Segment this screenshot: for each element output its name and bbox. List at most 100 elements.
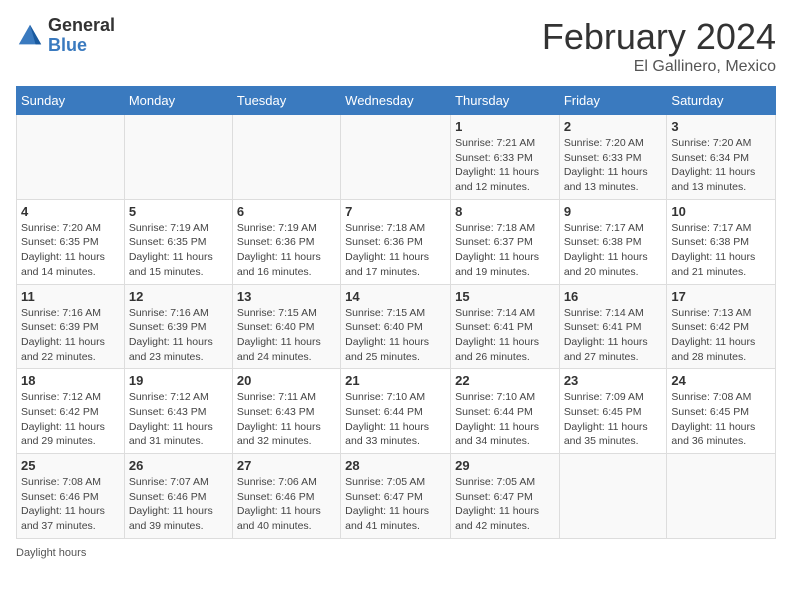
calendar-week-row: 11 Sunrise: 7:16 AMSunset: 6:39 PMDayligh… — [17, 284, 776, 369]
cell-day-number: 22 — [455, 373, 555, 388]
calendar-week-row: 18 Sunrise: 7:12 AMSunset: 6:42 PMDayligh… — [17, 369, 776, 454]
cell-day-number: 14 — [345, 289, 446, 304]
calendar-table: SundayMondayTuesdayWednesdayThursdayFrid… — [16, 86, 776, 539]
calendar-cell: 4 Sunrise: 7:20 AMSunset: 6:35 PMDaylight… — [17, 199, 125, 284]
cell-info: Sunrise: 7:11 AMSunset: 6:43 PMDaylight:… — [237, 390, 336, 449]
cell-day-number: 18 — [21, 373, 120, 388]
calendar-cell: 28 Sunrise: 7:05 AMSunset: 6:47 PMDayligh… — [341, 454, 451, 539]
cell-info: Sunrise: 7:21 AMSunset: 6:33 PMDaylight:… — [455, 136, 555, 195]
cell-day-number: 13 — [237, 289, 336, 304]
cell-day-number: 15 — [455, 289, 555, 304]
header-day: Wednesday — [341, 87, 451, 115]
title-block: February 2024 El Gallinero, Mexico — [542, 16, 776, 76]
calendar-cell: 5 Sunrise: 7:19 AMSunset: 6:35 PMDaylight… — [124, 199, 232, 284]
cell-day-number: 25 — [21, 458, 120, 473]
cell-day-number: 16 — [564, 289, 663, 304]
cell-day-number: 9 — [564, 204, 663, 219]
cell-day-number: 1 — [455, 119, 555, 134]
calendar-cell: 23 Sunrise: 7:09 AMSunset: 6:45 PMDayligh… — [559, 369, 667, 454]
calendar-cell: 3 Sunrise: 7:20 AMSunset: 6:34 PMDaylight… — [667, 115, 776, 200]
cell-day-number: 26 — [129, 458, 228, 473]
calendar-cell: 15 Sunrise: 7:14 AMSunset: 6:41 PMDayligh… — [451, 284, 560, 369]
calendar-cell: 1 Sunrise: 7:21 AMSunset: 6:33 PMDaylight… — [451, 115, 560, 200]
cell-info: Sunrise: 7:20 AMSunset: 6:33 PMDaylight:… — [564, 136, 663, 195]
cell-day-number: 20 — [237, 373, 336, 388]
cell-info: Sunrise: 7:16 AMSunset: 6:39 PMDaylight:… — [129, 306, 228, 365]
calendar-week-row: 25 Sunrise: 7:08 AMSunset: 6:46 PMDayligh… — [17, 454, 776, 539]
calendar-cell: 27 Sunrise: 7:06 AMSunset: 6:46 PMDayligh… — [232, 454, 340, 539]
calendar-cell: 22 Sunrise: 7:10 AMSunset: 6:44 PMDayligh… — [451, 369, 560, 454]
calendar-cell — [667, 454, 776, 539]
calendar-cell: 12 Sunrise: 7:16 AMSunset: 6:39 PMDayligh… — [124, 284, 232, 369]
calendar-header: SundayMondayTuesdayWednesdayThursdayFrid… — [17, 87, 776, 115]
header-day: Thursday — [451, 87, 560, 115]
calendar-subtitle: El Gallinero, Mexico — [542, 58, 776, 76]
cell-info: Sunrise: 7:05 AMSunset: 6:47 PMDaylight:… — [345, 475, 446, 534]
cell-info: Sunrise: 7:08 AMSunset: 6:45 PMDaylight:… — [671, 390, 771, 449]
calendar-cell — [341, 115, 451, 200]
cell-info: Sunrise: 7:20 AMSunset: 6:34 PMDaylight:… — [671, 136, 771, 195]
cell-info: Sunrise: 7:16 AMSunset: 6:39 PMDaylight:… — [21, 306, 120, 365]
cell-info: Sunrise: 7:19 AMSunset: 6:35 PMDaylight:… — [129, 221, 228, 280]
cell-info: Sunrise: 7:19 AMSunset: 6:36 PMDaylight:… — [237, 221, 336, 280]
cell-day-number: 28 — [345, 458, 446, 473]
calendar-cell: 10Sunrise: 7:17 AMSunset: 6:38 PMDayligh… — [667, 199, 776, 284]
cell-info: Sunrise: 7:06 AMSunset: 6:46 PMDaylight:… — [237, 475, 336, 534]
cell-info: Sunrise: 7:20 AMSunset: 6:35 PMDaylight:… — [21, 221, 120, 280]
cell-day-number: 27 — [237, 458, 336, 473]
cell-info: Sunrise: 7:18 AMSunset: 6:37 PMDaylight:… — [455, 221, 555, 280]
calendar-cell: 6 Sunrise: 7:19 AMSunset: 6:36 PMDaylight… — [232, 199, 340, 284]
cell-info: Sunrise: 7:10 AMSunset: 6:44 PMDaylight:… — [455, 390, 555, 449]
calendar-cell: 11 Sunrise: 7:16 AMSunset: 6:39 PMDayligh… — [17, 284, 125, 369]
calendar-cell: 8Sunrise: 7:18 AMSunset: 6:37 PMDaylight… — [451, 199, 560, 284]
calendar-cell: 14Sunrise: 7:15 AMSunset: 6:40 PMDayligh… — [341, 284, 451, 369]
header-day: Tuesday — [232, 87, 340, 115]
cell-info: Sunrise: 7:15 AMSunset: 6:40 PMDaylight:… — [237, 306, 336, 365]
calendar-body: 1 Sunrise: 7:21 AMSunset: 6:33 PMDaylight… — [17, 115, 776, 539]
cell-day-number: 4 — [21, 204, 120, 219]
cell-info: Sunrise: 7:14 AMSunset: 6:41 PMDaylight:… — [564, 306, 663, 365]
calendar-cell: 21Sunrise: 7:10 AMSunset: 6:44 PMDayligh… — [341, 369, 451, 454]
calendar-week-row: 4 Sunrise: 7:20 AMSunset: 6:35 PMDaylight… — [17, 199, 776, 284]
cell-info: Sunrise: 7:10 AMSunset: 6:44 PMDaylight:… — [345, 390, 446, 449]
calendar-cell: 2 Sunrise: 7:20 AMSunset: 6:33 PMDaylight… — [559, 115, 667, 200]
cell-day-number: 3 — [671, 119, 771, 134]
logo-text: General Blue — [48, 16, 115, 56]
cell-day-number: 12 — [129, 289, 228, 304]
calendar-cell: 29 Sunrise: 7:05 AMSunset: 6:47 PMDayligh… — [451, 454, 560, 539]
calendar-cell: 7Sunrise: 7:18 AMSunset: 6:36 PMDaylight… — [341, 199, 451, 284]
cell-day-number: 7 — [345, 204, 446, 219]
header-day: Saturday — [667, 87, 776, 115]
calendar-cell: 18 Sunrise: 7:12 AMSunset: 6:42 PMDayligh… — [17, 369, 125, 454]
header-day: Sunday — [17, 87, 125, 115]
logo-icon — [16, 22, 44, 50]
cell-day-number: 19 — [129, 373, 228, 388]
cell-day-number: 11 — [21, 289, 120, 304]
cell-info: Sunrise: 7:08 AMSunset: 6:46 PMDaylight:… — [21, 475, 120, 534]
calendar-cell: 19Sunrise: 7:12 AMSunset: 6:43 PMDayligh… — [124, 369, 232, 454]
calendar-cell: 9Sunrise: 7:17 AMSunset: 6:38 PMDaylight… — [559, 199, 667, 284]
calendar-cell: 24Sunrise: 7:08 AMSunset: 6:45 PMDayligh… — [667, 369, 776, 454]
cell-info: Sunrise: 7:09 AMSunset: 6:45 PMDaylight:… — [564, 390, 663, 449]
calendar-week-row: 1 Sunrise: 7:21 AMSunset: 6:33 PMDaylight… — [17, 115, 776, 200]
header-day: Friday — [559, 87, 667, 115]
cell-day-number: 17 — [671, 289, 771, 304]
calendar-title: February 2024 — [542, 16, 776, 58]
cell-day-number: 2 — [564, 119, 663, 134]
cell-day-number: 23 — [564, 373, 663, 388]
cell-info: Sunrise: 7:14 AMSunset: 6:41 PMDaylight:… — [455, 306, 555, 365]
cell-info: Sunrise: 7:12 AMSunset: 6:42 PMDaylight:… — [21, 390, 120, 449]
footer-note: Daylight hours — [16, 547, 776, 559]
header-row: SundayMondayTuesdayWednesdayThursdayFrid… — [17, 87, 776, 115]
logo: General Blue — [16, 16, 115, 56]
cell-day-number: 29 — [455, 458, 555, 473]
calendar-cell — [559, 454, 667, 539]
cell-info: Sunrise: 7:07 AMSunset: 6:46 PMDaylight:… — [129, 475, 228, 534]
cell-info: Sunrise: 7:05 AMSunset: 6:47 PMDaylight:… — [455, 475, 555, 534]
cell-info: Sunrise: 7:17 AMSunset: 6:38 PMDaylight:… — [671, 221, 771, 280]
cell-day-number: 6 — [237, 204, 336, 219]
calendar-cell — [124, 115, 232, 200]
calendar-cell: 25 Sunrise: 7:08 AMSunset: 6:46 PMDayligh… — [17, 454, 125, 539]
calendar-cell: 17Sunrise: 7:13 AMSunset: 6:42 PMDayligh… — [667, 284, 776, 369]
cell-day-number: 5 — [129, 204, 228, 219]
